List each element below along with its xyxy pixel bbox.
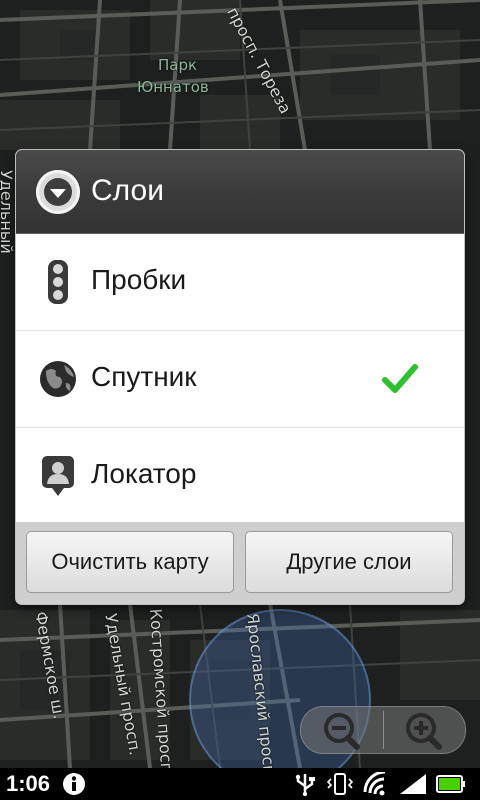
more-layers-button[interactable]: Другие слои: [245, 531, 453, 593]
layers-dialog: Слои Пробки Спутник Локатор Очистить кар…: [16, 150, 464, 604]
layer-label-traffic: Пробки: [91, 264, 187, 295]
latitude-person-icon: [38, 454, 78, 498]
zoom-in-icon: [406, 713, 442, 750]
layer-item-latitude[interactable]: Локатор: [16, 428, 464, 524]
info-icon: [63, 773, 85, 795]
park-label: Парк: [158, 56, 197, 74]
layer-item-traffic[interactable]: Пробки: [16, 234, 464, 331]
wifi-icon: [363, 772, 386, 796]
zoom-controls: [300, 706, 466, 754]
dialog-button-bar: Очистить карту Другие слои: [16, 522, 464, 604]
traffic-light-icon: [38, 260, 78, 304]
vibrate-icon: [326, 773, 354, 795]
dialog-title: Слои: [91, 174, 164, 207]
battery-icon: [436, 775, 465, 793]
layer-label-satellite: Спутник: [91, 361, 197, 392]
park-label-2: Юннатов: [137, 78, 209, 96]
street-label-udelny-left: Удельный: [0, 170, 16, 254]
checkmark-icon: [382, 361, 418, 397]
layers-dropdown-icon: [36, 170, 80, 214]
zoom-in-button[interactable]: [383, 707, 465, 753]
zoom-out-icon: [324, 713, 360, 750]
park-label-line1: Парк: [158, 56, 198, 74]
layer-item-satellite[interactable]: Спутник: [16, 331, 464, 428]
clear-map-button[interactable]: Очистить карту: [26, 531, 234, 593]
status-clock: 1:06: [6, 771, 51, 796]
dialog-header: Слои: [16, 150, 464, 234]
usb-icon: [295, 774, 315, 796]
layer-label-latitude: Локатор: [91, 458, 197, 489]
signal-icon: [400, 774, 426, 794]
globe-icon: [38, 357, 78, 401]
park-label-line2: Юннатов: [137, 78, 209, 96]
status-bar[interactable]: 1:06: [0, 768, 480, 800]
zoom-out-button[interactable]: [301, 707, 383, 753]
